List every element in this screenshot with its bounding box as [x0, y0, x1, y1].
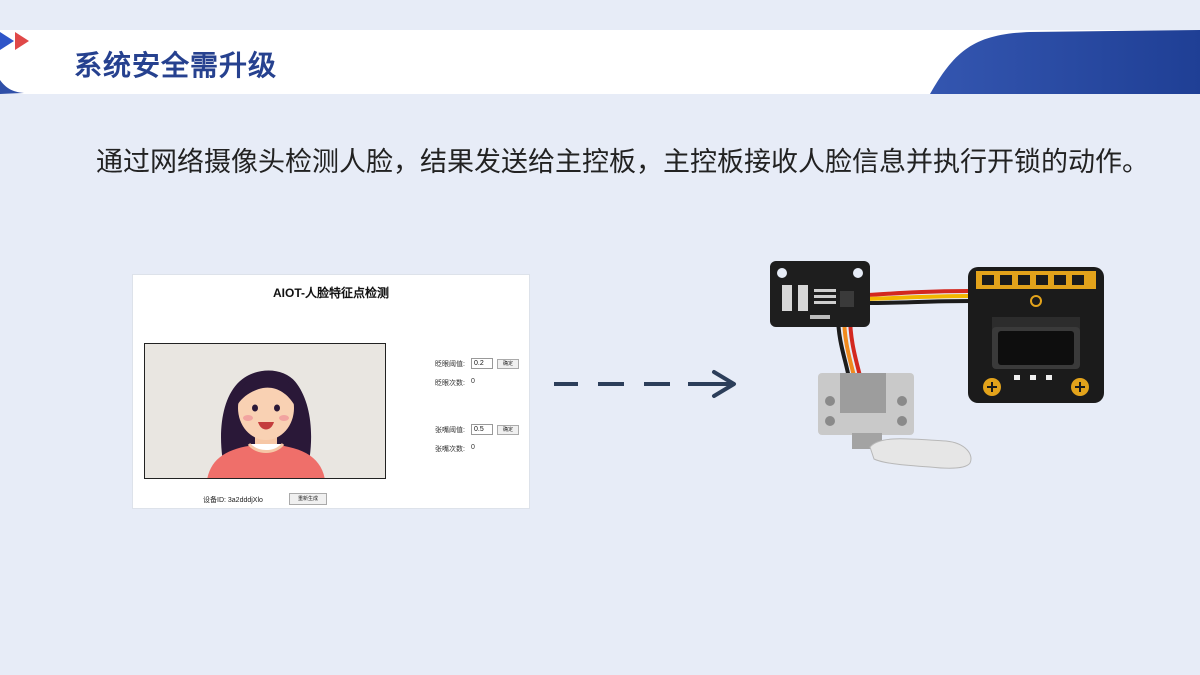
servo-motor — [818, 373, 972, 469]
sensor-module — [770, 261, 870, 327]
page-title: 系统安全需升级 — [74, 49, 278, 82]
blink-threshold-label: 眨眼阈值: — [435, 361, 465, 368]
double-triangle-icon — [0, 32, 29, 50]
blink-count-label: 眨眼次数: — [435, 380, 465, 387]
slide: 系统安全需升级 通过网络摄像头检测人脸，结果发送给主控板，主控板接收人脸信息并执… — [0, 0, 1200, 675]
dashed-arrow-icon — [554, 370, 736, 398]
mouth-count-value: 0 — [471, 444, 475, 451]
device-id-text: 设备ID: 3a2dddjXlo — [203, 497, 263, 504]
regenerate-button[interactable]: 重新生成 — [289, 493, 327, 505]
app-title: AIOT-人脸特征点检测 — [273, 286, 389, 300]
face-illustration — [207, 370, 325, 478]
mouth-threshold-input[interactable]: 0.5 — [471, 424, 493, 435]
mouth-count-label: 张嘴次数: — [435, 446, 465, 453]
camera-preview — [144, 343, 386, 479]
hardware-illustration — [770, 261, 1104, 469]
main-board — [968, 267, 1104, 403]
blink-count-value: 0 — [471, 378, 475, 385]
face-detection-app: AIOT-人脸特征点检测 眨眼阈值: 0.2 确定 眨眼次数: 0 张嘴阈值: … — [132, 274, 530, 509]
mouth-threshold-label: 张嘴阈值: — [435, 427, 465, 434]
blink-threshold-input[interactable]: 0.2 — [471, 358, 493, 369]
header-banner: 系统安全需升级 — [0, 30, 1200, 94]
body-paragraph: 通过网络摄像头检测人脸，结果发送给主控板，主控板接收人脸信息并执行开锁的动作。 — [96, 147, 1149, 178]
mouth-confirm-button[interactable]: 确定 — [497, 425, 519, 435]
blink-confirm-button[interactable]: 确定 — [497, 359, 519, 369]
